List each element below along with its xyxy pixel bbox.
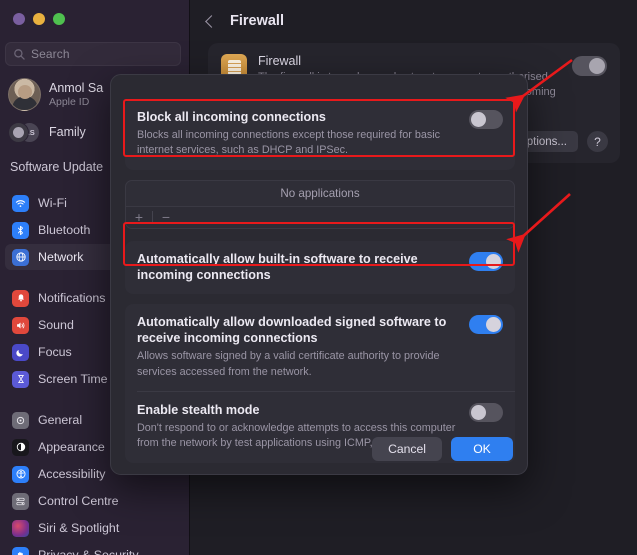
window-traffic-lights (13, 13, 65, 25)
block-all-description: Blocks all incoming connections except t… (137, 129, 441, 157)
appearance-icon (12, 438, 29, 456)
bluetooth-icon (12, 221, 29, 239)
builtin-software-toggle[interactable] (469, 251, 503, 271)
family-avatar-icon (8, 122, 29, 143)
cancel-button[interactable]: Cancel (372, 437, 442, 461)
general-icon (12, 411, 29, 429)
sidebar-item-privacy-security[interactable]: Privacy & Security (5, 542, 185, 555)
firewall-card-title: Firewall (258, 54, 302, 68)
accessibility-icon (12, 465, 29, 483)
family-row[interactable]: AS Family (8, 120, 86, 144)
firewall-icon-bricks (227, 59, 241, 75)
sidebar-item-label: General (38, 413, 83, 427)
network-icon (12, 248, 29, 266)
pane-header: Firewall (190, 8, 284, 34)
sheet-footer: Cancel OK (372, 437, 513, 461)
block-all-title: Block all incoming connections (137, 110, 326, 124)
account-name: Anmol Sa (49, 80, 104, 95)
downloaded-software-row: Automatically allow downloaded signed so… (125, 304, 515, 391)
account-subtitle: Apple ID (49, 95, 90, 108)
block-all-toggle[interactable] (469, 110, 503, 129)
control-centre-icon (12, 492, 29, 510)
remove-application-button[interactable]: − (153, 207, 179, 228)
stealth-mode-title: Enable stealth mode (137, 402, 260, 417)
search-icon (14, 48, 25, 60)
downloaded-software-title: Automatically allow downloaded signed so… (137, 314, 447, 346)
page-title: Firewall (230, 13, 284, 29)
firewall-toggle[interactable] (572, 56, 607, 76)
main-pane: Firewall Firewall The firewall is turned… (110, 0, 637, 555)
add-application-button[interactable]: + (126, 207, 152, 228)
application-list: No applications + − (125, 179, 515, 229)
sidebar-item-label: Focus (38, 345, 72, 359)
downloaded-software-toggle[interactable] (469, 314, 503, 334)
builtin-software-title: Automatically allow built-in software to… (137, 251, 418, 282)
sidebar-item-label: Bluetooth (38, 223, 91, 237)
downloaded-software-description: Allows software signed by a valid certif… (137, 350, 440, 378)
minimise-button[interactable] (33, 13, 45, 25)
sidebar-item-label: Siri & Spotlight (38, 521, 120, 535)
firewall-options-sheet: Block all incoming connections Blocks al… (110, 74, 528, 475)
stealth-mode-toggle[interactable] (469, 402, 503, 422)
back-chevron-icon[interactable] (205, 14, 218, 28)
search-input[interactable]: Search (5, 42, 181, 66)
block-all-incoming-row: Block all incoming connections Blocks al… (125, 99, 515, 170)
sidebar-item-label: Wi-Fi (38, 196, 67, 210)
sidebar-item-label: Network (38, 250, 84, 264)
sidebar-item-control-centre[interactable]: Control Centre (5, 488, 185, 514)
builtin-software-row: Automatically allow built-in software to… (125, 240, 515, 294)
sidebar-item-siri-spotlight[interactable]: Siri & Spotlight (5, 515, 185, 541)
sidebar-item-label: Accessibility (38, 467, 106, 481)
family-avatars: AS (8, 120, 41, 144)
screen-time-icon (12, 370, 29, 388)
siri-icon (12, 519, 29, 537)
sidebar-item-software-update[interactable]: Software Update (10, 160, 103, 174)
maximise-button[interactable] (53, 13, 65, 25)
sidebar-item-label: Notifications (38, 291, 106, 305)
search-placeholder: Search (31, 47, 70, 61)
focus-icon (12, 343, 29, 361)
sidebar-item-label: Screen Time (38, 372, 108, 386)
family-label: Family (49, 125, 86, 139)
sidebar-item-label: Sound (38, 318, 74, 332)
application-list-toolbar: + − (126, 205, 514, 228)
sidebar-item-label: Appearance (38, 440, 105, 454)
sound-icon (12, 316, 29, 334)
sheet-content: Block all incoming connections Blocks al… (125, 99, 515, 463)
privacy-icon (12, 546, 29, 555)
close-button[interactable] (13, 13, 25, 25)
screen: Search Anmol Sa Apple ID AS Family Softw… (0, 0, 637, 555)
help-button[interactable]: ? (587, 131, 608, 152)
wifi-icon (12, 194, 29, 212)
avatar (8, 78, 41, 111)
sidebar-item-label: Privacy & Security (38, 548, 139, 555)
application-list-empty-text: No applications (280, 186, 360, 200)
notifications-icon (12, 289, 29, 307)
sidebar-item-label: Control Centre (38, 494, 119, 508)
ok-button[interactable]: OK (451, 437, 513, 461)
